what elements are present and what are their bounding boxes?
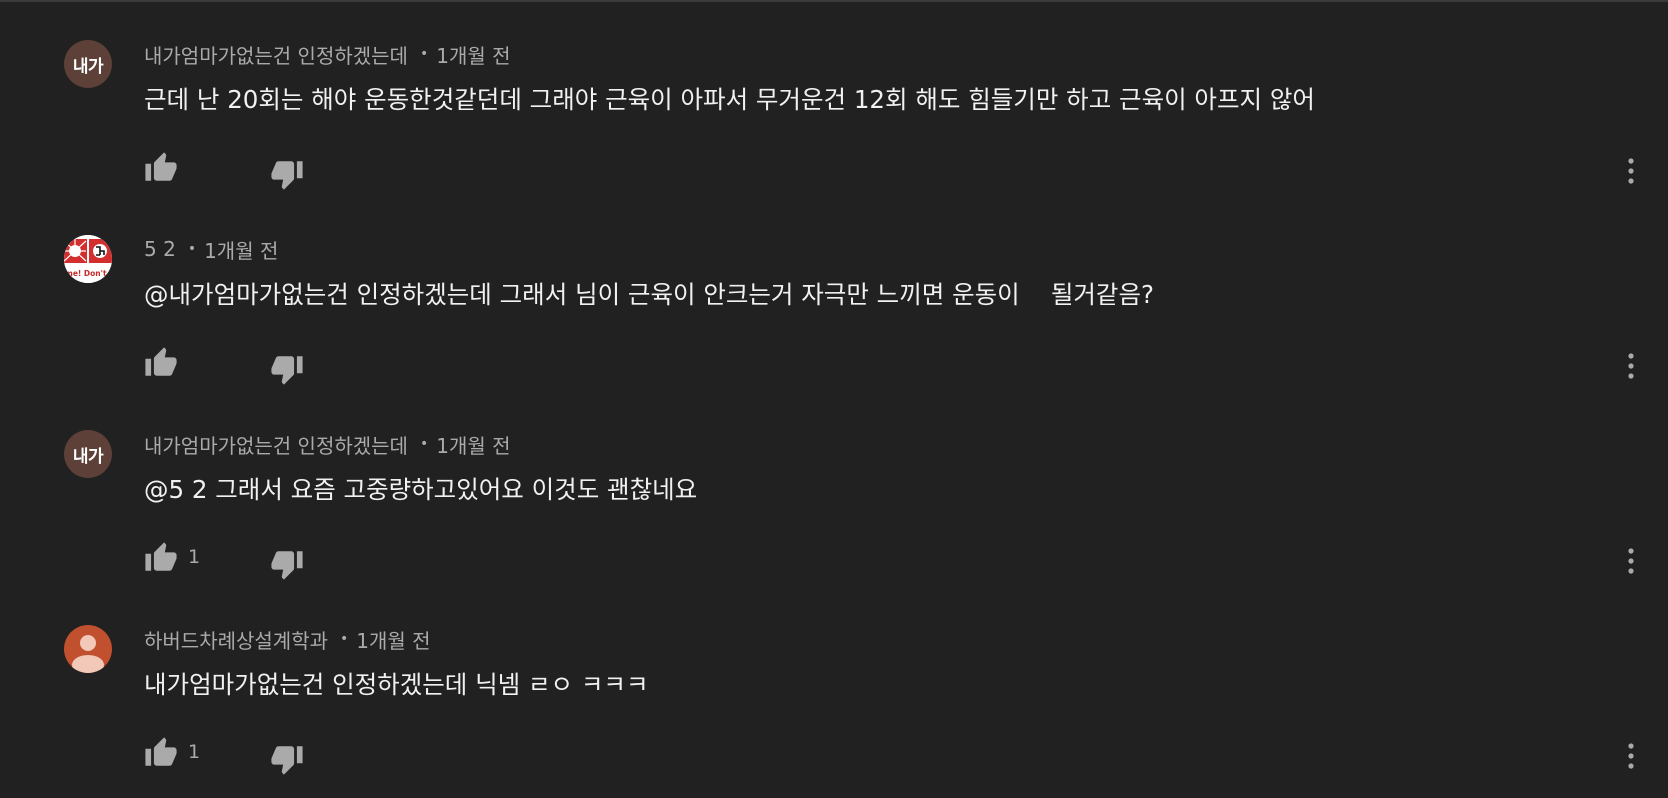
author-name[interactable]: 내가엄마가없는건 인정하겠는데 <box>144 430 408 459</box>
avatar-image: me! Don't u <box>64 235 112 283</box>
thumbs-down-icon <box>271 161 303 190</box>
avatar[interactable] <box>64 625 112 673</box>
like-button[interactable] <box>144 150 178 186</box>
comment-meta: 5 2 • 1개월 전 <box>144 235 278 263</box>
dislike-button[interactable] <box>270 156 304 192</box>
comment-meta: 내가엄마가없는건 인정하겠는데 • 1개월 전 <box>144 40 511 68</box>
thumbs-down-icon <box>271 356 303 385</box>
avatar[interactable]: 내가 <box>64 430 112 478</box>
more-actions-button[interactable] <box>1616 543 1646 579</box>
like-button[interactable] <box>144 735 178 771</box>
avatar-initials: 내가 <box>72 446 104 467</box>
comment-text: @5 2 그래서 요즘 고중량하고있어요 이것도 괜찮네요 <box>144 475 698 504</box>
meta-separator: • <box>419 46 429 62</box>
comment-actions <box>144 345 344 385</box>
thumbs-up-icon <box>145 542 177 571</box>
comment-time[interactable]: 1개월 전 <box>436 40 510 69</box>
more-vertical-icon <box>1628 743 1634 769</box>
thumbs-up-icon <box>145 737 177 766</box>
comment-text: 근데 난 20회는 해야 운동한것같던데 그래야 근육이 아파서 무거운건 12… <box>144 85 1315 114</box>
comment-text: @내가엄마가없는건 인정하겠는데 그래서 님이 근육이 안크는거 자극만 느끼면… <box>144 280 1155 309</box>
comment-item: me! Don't u 5 2 • 1개월 전 @내가엄마가없는건 인정하겠는데… <box>0 195 1668 390</box>
meta-separator: • <box>187 241 197 257</box>
like-count: 1 <box>188 741 201 763</box>
comment-meta: 내가엄마가없는건 인정하겠는데 • 1개월 전 <box>144 430 511 458</box>
default-user-icon <box>72 635 104 673</box>
comment-meta: 하버드차례상설계학과 • 1개월 전 <box>144 625 431 653</box>
thumbs-up-icon <box>145 347 177 376</box>
comment-actions: 1 <box>144 735 344 775</box>
comment-item: 내가 내가엄마가없는건 인정하겠는데 • 1개월 전 @5 2 그래서 요즘 고… <box>0 390 1668 585</box>
more-actions-button[interactable] <box>1616 738 1646 774</box>
comment-item: 내가 내가엄마가없는건 인정하겠는데 • 1개월 전 근데 난 20회는 해야 … <box>0 0 1668 195</box>
like-button[interactable] <box>144 345 178 381</box>
comment-time[interactable]: 1개월 전 <box>356 625 430 654</box>
avatar-caption: me! Don't u <box>65 269 112 278</box>
dislike-button[interactable] <box>270 546 304 582</box>
like-count: 1 <box>188 546 201 568</box>
comment-time[interactable]: 1개월 전 <box>204 235 278 264</box>
avatar[interactable]: 내가 <box>64 40 112 88</box>
more-vertical-icon <box>1628 158 1634 184</box>
thumbs-up-icon <box>145 152 177 181</box>
more-vertical-icon <box>1628 353 1634 379</box>
comment-actions: 1 <box>144 540 344 580</box>
author-name[interactable]: 내가엄마가없는건 인정하겠는데 <box>144 40 408 69</box>
meta-separator: • <box>419 436 429 452</box>
comment-item: 하버드차례상설계학과 • 1개월 전 내가엄마가없는건 인정하겠는데 닉넴 ㄹㅇ… <box>0 585 1668 780</box>
comment-time[interactable]: 1개월 전 <box>436 430 510 459</box>
more-actions-button[interactable] <box>1616 153 1646 189</box>
author-name[interactable]: 하버드차례상설계학과 <box>144 625 328 654</box>
thumbs-down-icon <box>271 551 303 580</box>
avatar-initials: 내가 <box>72 56 104 77</box>
meta-separator: • <box>340 631 349 647</box>
thumbs-down-icon <box>271 746 303 775</box>
dislike-button[interactable] <box>270 351 304 387</box>
like-button[interactable] <box>144 540 178 576</box>
dislike-button[interactable] <box>270 741 304 777</box>
avatar[interactable]: me! Don't u <box>64 235 112 283</box>
comment-text: 내가엄마가없는건 인정하겠는데 닉넴 ㄹㅇ ㅋㅋㅋ <box>144 670 649 699</box>
more-actions-button[interactable] <box>1616 348 1646 384</box>
more-vertical-icon <box>1628 548 1634 574</box>
author-name[interactable]: 5 2 <box>144 237 176 261</box>
comment-actions <box>144 150 344 190</box>
